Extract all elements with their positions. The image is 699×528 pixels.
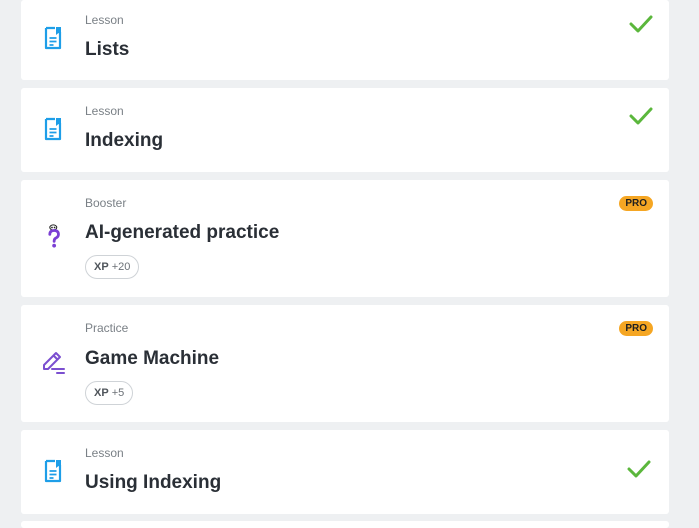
checkmark-icon [629, 15, 653, 33]
item-type-label: Lesson [85, 13, 124, 27]
xp-label: XP [94, 387, 109, 399]
xp-badge: XP +20 [85, 255, 140, 279]
item-title: Using Indexing [85, 472, 222, 493]
item-type-label: Lesson [85, 104, 124, 118]
item-title: Indexing [85, 130, 164, 151]
list-item[interactable]: Lesson Indexing [21, 88, 669, 172]
list-item[interactable]: Lesson Lists [21, 0, 669, 80]
lesson-document-icon [44, 26, 62, 50]
item-type-label: Booster [85, 196, 127, 210]
list-item[interactable]: Lesson Using Indexing [21, 430, 669, 514]
pro-badge: PRO [619, 321, 653, 336]
item-type-label: Lesson [85, 446, 124, 460]
question-mark-icon [48, 224, 60, 248]
list-item[interactable]: Booster AI-generated practice PRO XP +20 [21, 180, 669, 297]
list-item[interactable] [21, 521, 669, 528]
list-item[interactable]: Practice Game Machine PRO XP +5 [21, 305, 669, 422]
lesson-document-icon [44, 117, 62, 141]
xp-value: +5 [111, 387, 125, 399]
pro-badge: PRO [619, 196, 653, 211]
item-title: Lists [85, 39, 130, 60]
xp-label: XP [94, 261, 109, 273]
lesson-document-icon [44, 459, 62, 483]
item-type-label: Practice [85, 321, 129, 335]
item-title: AI-generated practice [85, 222, 280, 243]
item-title: Game Machine [85, 348, 220, 369]
xp-badge: XP +5 [85, 381, 134, 405]
pencil-edit-icon [43, 352, 65, 374]
checkmark-icon [629, 107, 653, 125]
checkmark-icon [627, 460, 651, 478]
xp-value: +20 [111, 261, 131, 273]
